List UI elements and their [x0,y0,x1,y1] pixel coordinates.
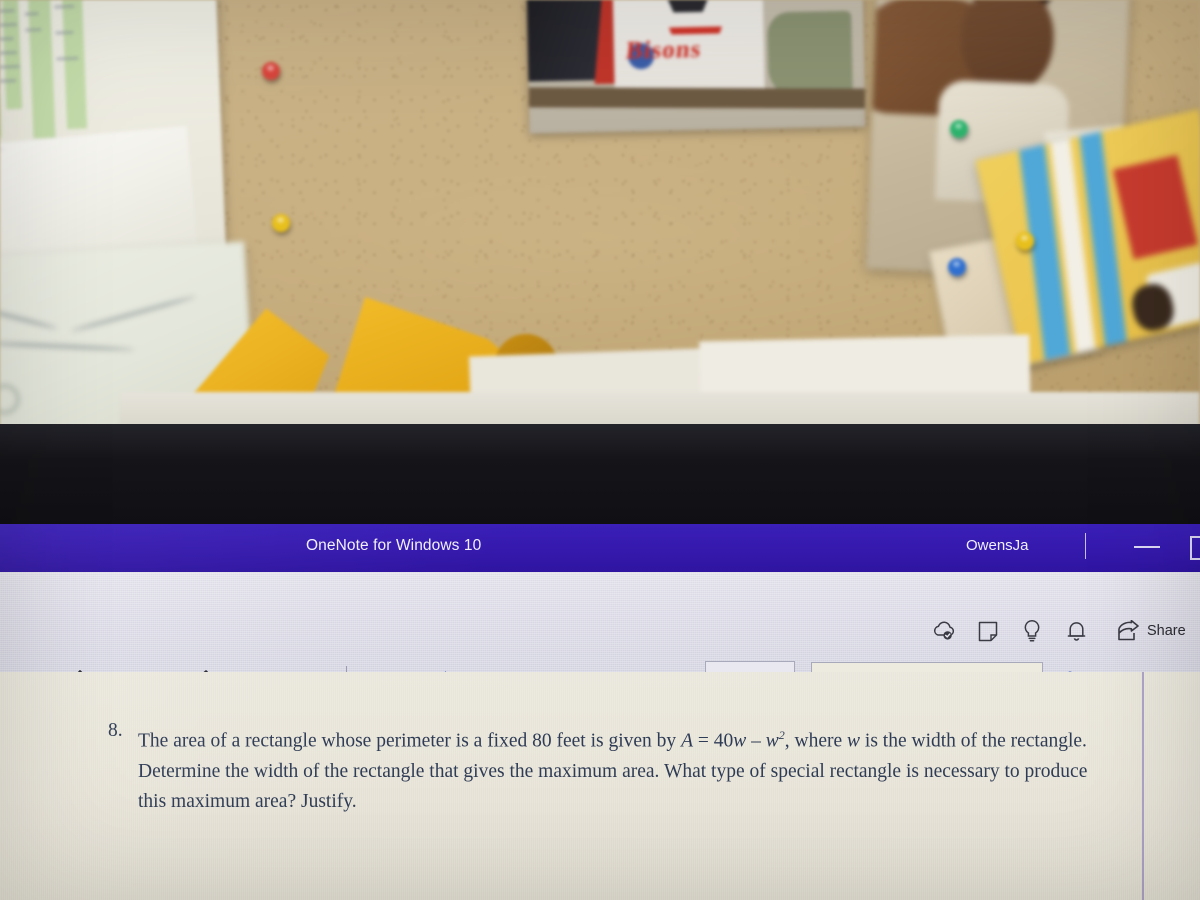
pushpin-blue [948,258,966,276]
formula-variable-a: A [681,730,693,752]
share-button[interactable]: Share [1116,620,1186,642]
pushpin-yellow-right [1016,232,1034,250]
formula-variable-w3: w [847,730,861,752]
background-corkboard-scene: Bisons [0,0,1200,432]
quick-access-row: Share [922,616,1186,646]
pinned-photo-bisons-jersey: Bisons [526,0,866,134]
formula-equals: = 40 [692,730,734,752]
onenote-window: OneNote for Windows 10 OwensJa Share 8. … [0,524,1200,900]
question-part-2: , where [784,730,848,752]
account-name[interactable]: OwensJa [966,537,1029,554]
sync-status-icon[interactable] [922,616,966,646]
maximize-button[interactable] [1190,536,1200,560]
share-label: Share [1147,623,1186,639]
notifications-icon[interactable] [1054,616,1098,646]
pushpin-green [950,120,968,138]
pushpin-yellow-left [272,214,290,232]
jersey-team-text: Bisons [624,35,703,65]
tell-me-icon[interactable] [1010,616,1054,646]
question-number: 8. [108,720,123,741]
pushpin-red [262,62,280,80]
share-icon [1118,620,1139,641]
app-title: OneNote for Windows 10 [306,537,482,554]
question-part-1: The area of a rectangle whose perimeter … [138,730,682,752]
question-body[interactable]: The area of a rectangle whose perimeter … [138,720,1088,817]
formula-variable-w2: w [765,730,779,752]
minimize-button[interactable] [1134,546,1160,548]
formula-minus: – [746,730,766,752]
page-icon[interactable] [966,616,1010,646]
note-page-canvas[interactable]: 8. The area of a rectangle whose perimet… [0,672,1200,900]
screenshot-root: Bisons OneNote for Windows 10 OwensJa Sh… [0,0,1200,900]
title-divider [1085,533,1086,559]
page-right-rule [1142,672,1144,900]
ribbon: Share U [0,572,1200,705]
title-bar: OneNote for Windows 10 OwensJa [0,524,1200,572]
formula-variable-w1: w [733,730,747,752]
monitor-bezel [0,424,1200,526]
